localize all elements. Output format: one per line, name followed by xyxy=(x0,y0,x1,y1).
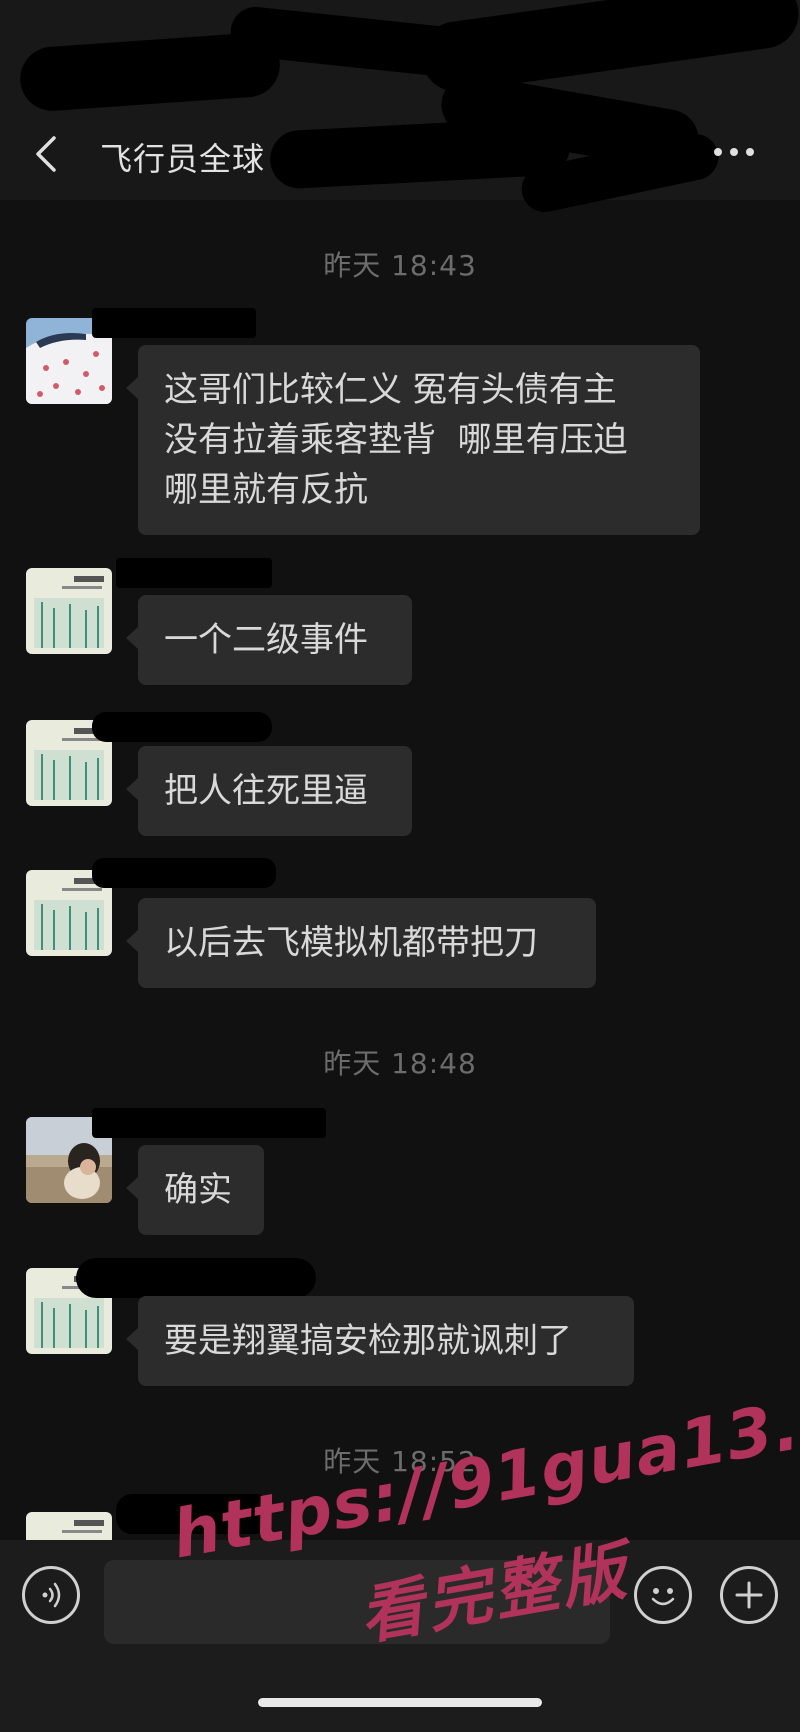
album-cover-avatar-image xyxy=(26,1512,112,1540)
more-button[interactable] xyxy=(704,134,764,170)
avatar[interactable] xyxy=(26,568,112,654)
chevron-left-icon xyxy=(36,136,56,172)
message-bubble[interactable]: 确实 xyxy=(126,1145,264,1235)
sender-name-redacted xyxy=(76,1258,316,1298)
voice-icon xyxy=(42,1582,61,1608)
back-button[interactable] xyxy=(28,128,64,180)
album-cover-avatar-image xyxy=(26,568,112,654)
message-bubble[interactable]: 这哥们比较仁义 冤有头债有主 没有拉着乘客垫背 哪里有压迫 哪里就有反抗 xyxy=(126,345,700,535)
watermark-url: https://91gua13.com xyxy=(166,1360,800,1574)
chat-header: 飞行员全球 xyxy=(0,0,800,217)
home-indicator xyxy=(258,1698,542,1707)
sender-name-redacted xyxy=(92,1108,326,1138)
message-bubble[interactable]: 要是翔翼搞安检那就讽刺了 xyxy=(126,1296,634,1386)
message-bubble[interactable]: 把人往死里逼 xyxy=(126,746,412,836)
watermark-caption: 看完整版 xyxy=(354,1534,635,1655)
timestamp: 昨天 18:43 xyxy=(323,249,477,282)
message-bubble[interactable]: 一个二级事件 xyxy=(126,595,412,685)
sender-name-redacted xyxy=(92,858,276,888)
voice-button[interactable] xyxy=(22,1566,80,1624)
timestamp: 昨天 18:48 xyxy=(323,1047,477,1080)
more-dots-icon xyxy=(714,148,754,156)
avatar[interactable] xyxy=(26,1512,112,1540)
sender-name-redacted xyxy=(92,308,256,338)
chat-title: 飞行员全球 xyxy=(100,140,266,178)
sender-name-redacted xyxy=(92,712,272,742)
sender-name-redacted xyxy=(116,558,272,588)
message-bubble[interactable]: 以后去飞模拟机都带把刀 xyxy=(126,898,596,988)
